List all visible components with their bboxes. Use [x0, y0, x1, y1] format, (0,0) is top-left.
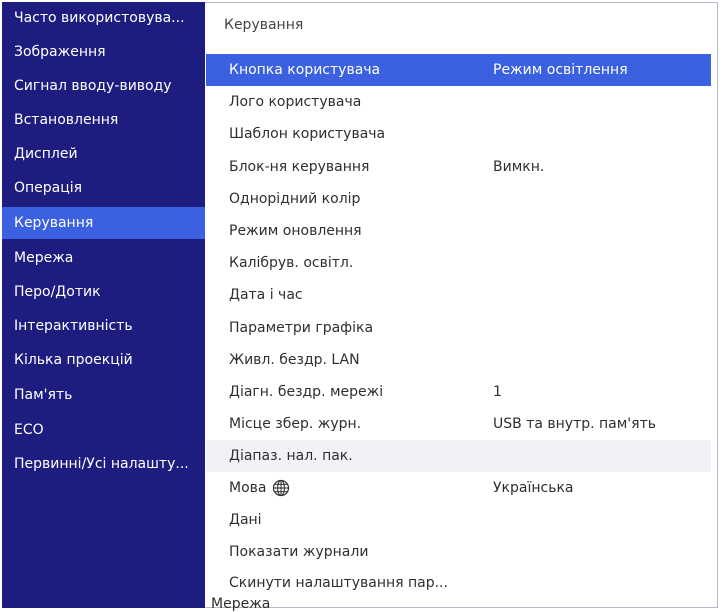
setting-label: Блок-ня керування [229, 159, 370, 175]
sidebar-item-initial-settings[interactable]: Первинні/Усі налашту... [2, 448, 205, 480]
settings-panel: Керування Кнопка користувача Режим освіт… [206, 3, 716, 609]
setting-row-refresh-mode[interactable]: Режим оновлення [206, 215, 711, 247]
setting-label: Кнопка користувача [229, 62, 381, 78]
setting-label: Однорідний колір [229, 191, 361, 207]
sidebar-item-management[interactable]: Керування [2, 207, 205, 239]
setting-label: Місце збер. журн. [229, 416, 362, 432]
setting-value: Режим освітлення [493, 62, 628, 78]
setting-row-date-time[interactable]: Дата і час [206, 279, 711, 311]
setting-label: Параметри графіка [229, 320, 374, 336]
globe-icon [272, 477, 290, 497]
setting-value: USB та внутр. пам'ять [493, 416, 656, 432]
setting-row-user-logo[interactable]: Лого користувача [206, 86, 711, 118]
setting-value: Вимкн. [493, 159, 545, 175]
setting-label: Скинути налаштування пар... [229, 575, 448, 591]
setting-label: Режим оновлення [229, 223, 362, 239]
setting-row-reset-settings[interactable]: Скинути налаштування пар... [206, 567, 711, 599]
sidebar-item-image[interactable]: Зображення [2, 36, 205, 68]
sidebar-menu: Часто використовува... Зображення Сигнал… [2, 2, 205, 608]
setting-row-data[interactable]: Дані [206, 504, 711, 536]
setting-value: 1 [493, 384, 502, 400]
setting-label: Діапаз. нал. пак. [229, 448, 353, 464]
setting-value: Українська [493, 480, 574, 496]
setting-label: Калібрув. освітл. [229, 255, 354, 271]
setting-row-log-save-location[interactable]: Місце збер. журн. USB та внутр. пам'ять [206, 408, 711, 440]
setting-label: Дата і час [229, 287, 303, 303]
setting-row-batch-setup-range[interactable]: Діапаз. нал. пак. [206, 440, 711, 472]
setting-label: Показати журнали [229, 544, 369, 560]
sidebar-item-network[interactable]: Мережа [2, 242, 205, 274]
setting-row-wireless-lan-power[interactable]: Живл. бездр. LAN [206, 344, 711, 376]
setting-row-wireless-diagnostics[interactable]: Діагн. бездр. мережі 1 [206, 376, 711, 408]
sidebar-item-memory[interactable]: Пам'ять [2, 379, 205, 411]
setting-row-show-logs[interactable]: Показати журнали [206, 536, 711, 568]
setting-row-language[interactable]: Мова Українська [206, 472, 711, 504]
setting-label: Мова [229, 472, 290, 504]
setting-row-user-pattern[interactable]: Шаблон користувача [206, 118, 711, 150]
language-label: Мова [229, 480, 267, 496]
sidebar-item-eco[interactable]: ECO [2, 414, 205, 446]
sidebar-item-signal-io[interactable]: Сигнал вводу-виводу [2, 70, 205, 102]
setting-label: Шаблон користувача [229, 126, 386, 142]
setting-label: Живл. бездр. LAN [229, 352, 360, 368]
setting-row-schedule-settings[interactable]: Параметри графіка [206, 312, 711, 344]
setting-label: Діагн. бездр. мережі [229, 384, 384, 400]
cutoff-menu-item: Мережа [211, 596, 271, 612]
sidebar-item-pen-touch[interactable]: Перо/Дотик [2, 276, 205, 308]
setting-row-uniform-color[interactable]: Однорідний колір [206, 183, 711, 215]
sidebar-item-display[interactable]: Дисплей [2, 138, 205, 170]
sidebar-item-interactivity[interactable]: Інтерактивність [2, 310, 205, 342]
setting-row-light-calibration[interactable]: Калібрув. освітл. [206, 247, 711, 279]
sidebar-item-frequently-used[interactable]: Часто використовува... [2, 2, 205, 34]
sidebar-item-operation[interactable]: Операція [2, 172, 205, 204]
setting-label: Лого користувача [229, 94, 362, 110]
panel-title: Керування [224, 17, 304, 33]
sidebar-item-installation[interactable]: Встановлення [2, 104, 205, 136]
sidebar-item-multi-projection[interactable]: Кілька проекцій [2, 344, 205, 376]
setting-label: Дані [229, 512, 262, 528]
setting-row-user-button[interactable]: Кнопка користувача Режим освітлення [206, 54, 711, 86]
setting-row-control-lock[interactable]: Блок-ня керування Вимкн. [206, 151, 711, 183]
